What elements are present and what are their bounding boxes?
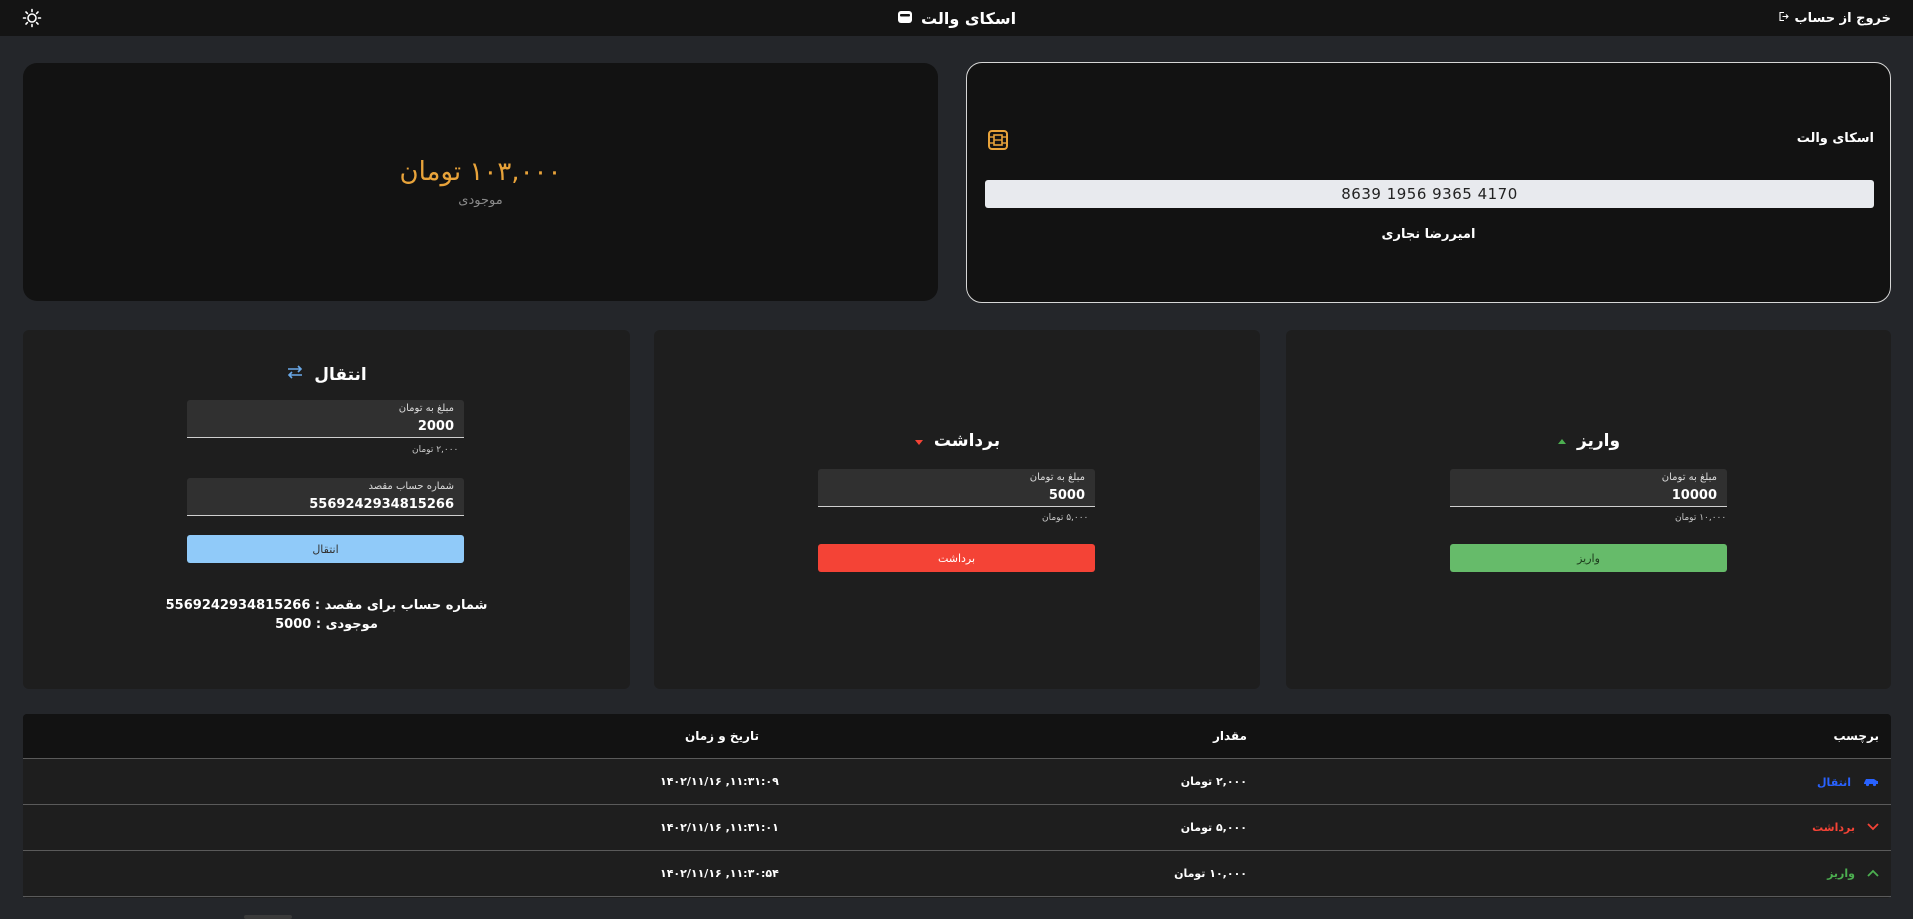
table-row: واریز ۱۰,۰۰۰ تومان ۱۴۰۲/۱۱/۱۶ ,۱۱:۳۰:۵۴ <box>23 851 1891 897</box>
logout-button[interactable]: خروج از حساب <box>1778 0 1891 36</box>
wallet-icon <box>897 9 913 28</box>
transaction-type: انتقال <box>1817 775 1879 790</box>
transfer-amount-helper: ۲,۰۰۰ تومان <box>412 445 459 455</box>
transaction-amount: ۱۰,۰۰۰ تومان <box>1174 867 1247 880</box>
transfer-amount-label: مبلغ به تومان <box>398 403 454 414</box>
card-number: 8639 1956 9365 4170 <box>985 180 1874 208</box>
transfer-arrows-icon <box>286 364 304 385</box>
withdraw-amount-label: مبلغ به تومان <box>1029 472 1085 483</box>
deposit-amount-label: مبلغ به تومان <box>1661 472 1717 483</box>
balance-card: ۱۰۳,۰۰۰ تومان موجودی <box>23 63 938 301</box>
horizontal-scrollbar[interactable] <box>244 915 292 919</box>
transfer-button[interactable]: انتقال <box>187 535 464 563</box>
transfer-info: شماره حساب برای مقصد : 5569242934815266 … <box>23 596 630 634</box>
chevron-down-icon <box>1867 821 1879 834</box>
transactions-table: برچسب مقدار تاریخ و زمان انتقال ۲,۰۰۰ تو… <box>23 714 1891 898</box>
destination-account-field[interactable]: شماره حساب مقصد <box>187 478 464 516</box>
caret-down-icon <box>914 431 924 451</box>
card-holder-name: امیررضا نجاری <box>1381 227 1476 242</box>
transfer-amount-field[interactable]: مبلغ به تومان <box>187 400 464 438</box>
destination-account-label: شماره حساب مقصد <box>368 481 454 492</box>
car-transfer-icon <box>1863 775 1879 790</box>
table-row: برداشت ۵,۰۰۰ تومان ۱۴۰۲/۱۱/۱۶ ,۱۱:۳۱:۰۱ <box>23 805 1891 851</box>
logout-label: خروج از حساب <box>1794 10 1891 26</box>
chevron-up-icon <box>1867 867 1879 880</box>
transfer-amount-input[interactable] <box>197 419 454 434</box>
withdraw-amount-helper: ۵,۰۰۰ تومان <box>1042 513 1089 523</box>
table-row: انتقال ۲,۰۰۰ تومان ۱۴۰۲/۱۱/۱۶ ,۱۱:۳۱:۰۹ <box>23 759 1891 805</box>
transaction-datetime: ۱۴۰۲/۱۱/۱۶ ,۱۱:۳۰:۵۴ <box>660 867 779 880</box>
deposit-button[interactable]: واریز <box>1450 544 1727 572</box>
transfer-title: انتقال <box>23 364 630 385</box>
withdraw-button[interactable]: برداشت <box>818 544 1095 572</box>
transaction-type-label: انتقال <box>1817 776 1851 789</box>
chip-icon <box>987 129 1009 151</box>
caret-up-icon <box>1557 431 1567 451</box>
deposit-amount-field[interactable]: مبلغ به تومان <box>1450 469 1727 507</box>
column-header-amount: مقدار <box>1212 729 1247 743</box>
transfer-info-account: شماره حساب برای مقصد : 5569242934815266 <box>165 598 488 613</box>
balance-amount: ۱۰۳,۰۰۰ تومان <box>399 156 562 187</box>
withdraw-title-label: برداشت <box>933 431 1001 451</box>
balance-label: موجودی <box>458 192 503 208</box>
transaction-datetime: ۱۴۰۲/۱۱/۱۶ ,۱۱:۳۱:۰۹ <box>660 775 779 788</box>
table-header: برچسب مقدار تاریخ و زمان <box>23 714 1891 759</box>
withdraw-title: برداشت <box>654 431 1260 451</box>
transaction-amount: ۲,۰۰۰ تومان <box>1180 775 1247 788</box>
transaction-type-label: برداشت <box>1812 821 1855 834</box>
transaction-datetime: ۱۴۰۲/۱۱/۱۶ ,۱۱:۳۱:۰۱ <box>660 821 779 834</box>
withdraw-amount-field[interactable]: مبلغ به تومان <box>818 469 1095 507</box>
withdraw-panel: برداشت مبلغ به تومان ۵,۰۰۰ تومان برداشت <box>654 330 1260 689</box>
column-header-datetime: تاریخ و زمان <box>685 729 759 743</box>
transaction-type: واریز <box>1827 867 1879 880</box>
deposit-title: واریز <box>1286 431 1891 451</box>
deposit-title-label: واریز <box>1576 431 1621 451</box>
app-title: اسکای والت <box>920 8 1017 28</box>
transaction-type-label: واریز <box>1827 867 1855 880</box>
app-brand: اسکای والت <box>0 0 1913 36</box>
wallet-name: اسکای والت <box>1796 131 1874 146</box>
deposit-amount-input[interactable] <box>1460 488 1717 503</box>
transfer-title-label: انتقال <box>314 364 367 385</box>
logout-icon <box>1778 11 1789 26</box>
transfer-info-balance: موجودی : 5000 <box>275 617 378 632</box>
deposit-amount-helper: ۱۰,۰۰۰ تومان <box>1675 513 1727 523</box>
transaction-type: برداشت <box>1812 821 1879 834</box>
transfer-panel: انتقال مبلغ به تومان ۲,۰۰۰ تومان شماره ح… <box>23 330 630 689</box>
destination-account-input[interactable] <box>197 497 454 512</box>
deposit-panel: واریز مبلغ به تومان ۱۰,۰۰۰ تومان واریز <box>1286 330 1891 689</box>
wallet-card: اسکای والت 8639 1956 9365 4170 امیررضا ن… <box>966 62 1891 303</box>
withdraw-amount-input[interactable] <box>828 488 1085 503</box>
transaction-amount: ۵,۰۰۰ تومان <box>1180 821 1247 834</box>
top-app-bar: اسکای والت خروج از حساب <box>0 0 1913 36</box>
column-header-type: برچسب <box>1833 729 1879 743</box>
